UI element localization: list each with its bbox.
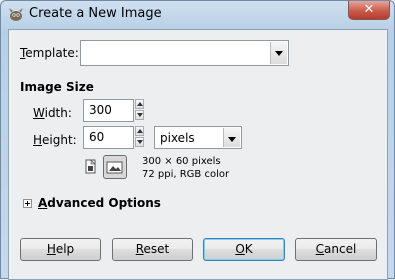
advanced-options-expander-icon[interactable] (23, 199, 32, 208)
advanced-options-label[interactable]: Advanced Options (38, 196, 161, 210)
height-down-icon[interactable] (135, 137, 144, 147)
cancel-button[interactable]: Cancel (295, 238, 377, 261)
height-input[interactable]: 60 (83, 126, 134, 149)
chevron-down-icon (270, 42, 287, 64)
landscape-button[interactable] (103, 155, 127, 179)
dialog-content: Template: Image Size Width: 300 Height: … (8, 29, 388, 280)
ok-button[interactable]: OK (203, 238, 285, 261)
image-info-size: 300 × 60 pixels (142, 156, 221, 167)
height-label: Height: (33, 133, 77, 147)
reset-button[interactable]: Reset (112, 238, 193, 261)
width-input[interactable]: 300 (83, 99, 134, 122)
width-label: Width: (33, 106, 72, 120)
window-title: Create a New Image (29, 6, 162, 21)
image-info-resolution: 72 ppi, RGB color (142, 169, 230, 180)
template-label: Template: (20, 46, 79, 60)
gimp-app-icon (9, 8, 23, 21)
template-combo[interactable] (80, 40, 289, 66)
portrait-button[interactable] (79, 156, 101, 178)
width-stepper[interactable] (135, 99, 145, 122)
width-value: 300 (89, 103, 112, 117)
landscape-icon (106, 161, 123, 174)
height-stepper[interactable] (135, 126, 145, 149)
unit-select[interactable]: pixels (154, 126, 242, 149)
width-up-icon[interactable] (135, 99, 144, 109)
help-button[interactable]: Help (20, 238, 101, 261)
chevron-down-icon (223, 128, 240, 147)
title-bar: Create a New Image ✕ (1, 1, 395, 28)
width-down-icon[interactable] (135, 110, 144, 120)
close-icon: ✕ (363, 2, 375, 17)
dialog-window: Create a New Image ✕ Template: Image Siz… (0, 0, 395, 280)
height-value: 60 (89, 130, 105, 144)
image-size-heading: Image Size (20, 80, 94, 94)
window-close-button[interactable]: ✕ (348, 1, 390, 20)
unit-select-value: pixels (160, 131, 195, 145)
portrait-icon (85, 159, 96, 174)
height-up-icon[interactable] (135, 126, 144, 136)
